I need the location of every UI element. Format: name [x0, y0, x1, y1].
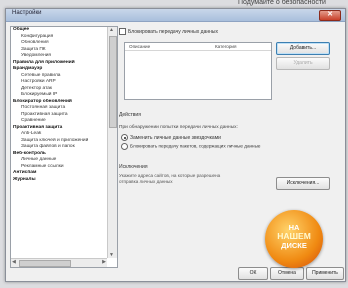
- replace-radio[interactable]: [121, 134, 128, 141]
- enable-private-data-checkbox[interactable]: [119, 28, 126, 35]
- on-our-disc-badge: НА НАШЕМ ДИСКЕ: [265, 210, 323, 268]
- option-replace-row[interactable]: Заменить личные данные звездочками: [121, 134, 221, 141]
- enable-private-data-label: Блокировать передачу личных данных: [128, 28, 218, 35]
- exclusions-section-label: Исключения: [119, 164, 148, 170]
- private-data-list[interactable]: Описание Категория: [124, 42, 272, 100]
- block-radio[interactable]: [121, 143, 128, 150]
- cancel-button[interactable]: Отмена: [270, 267, 304, 280]
- exclusions-description: Укажите адреса сайтов, на которые разреш…: [119, 173, 221, 184]
- scroll-left-icon[interactable]: ◀: [12, 259, 16, 265]
- scroll-thumb[interactable]: [109, 36, 117, 128]
- tree-horizontal-scrollbar[interactable]: ◀ ▶: [11, 258, 107, 267]
- replace-label: Заменить личные данные звездочками: [130, 134, 221, 141]
- scroll-down-icon[interactable]: ▼: [109, 252, 114, 258]
- badge-line-3: ДИСКЕ: [281, 241, 307, 250]
- tree-vertical-scrollbar[interactable]: ▲ ▼: [107, 27, 117, 258]
- corner-caption: Подумайте о безопасности: [238, 0, 326, 6]
- scroll-right-icon[interactable]: ▶: [102, 259, 106, 265]
- block-label: Блокировать передачу пакетов, содержащих…: [130, 143, 261, 149]
- horizontal-scroll-thumb[interactable]: [19, 260, 71, 267]
- exclusions-button[interactable]: Исключения...: [276, 177, 330, 190]
- add-button[interactable]: Добавить...: [276, 42, 330, 55]
- tree-items: Общее Конфигурация Обновления Защита ПК Увед…: [11, 27, 107, 258]
- column-description[interactable]: Описание: [129, 44, 150, 49]
- close-icon: ✕: [327, 11, 333, 18]
- enable-private-data-row[interactable]: Блокировать передачу личных данных: [119, 28, 218, 35]
- actions-section-label: Действия: [119, 112, 141, 118]
- actions-question: При обнаружении попытки передачи личных …: [119, 125, 238, 130]
- column-category[interactable]: Категория: [215, 44, 236, 49]
- list-header: Описание Категория: [125, 43, 271, 51]
- apply-button[interactable]: Применить: [306, 267, 344, 280]
- tree-item[interactable]: Журналы: [11, 177, 107, 184]
- title-bar[interactable]: Настройки ✕: [6, 9, 345, 22]
- ok-button[interactable]: ОК: [238, 267, 268, 280]
- window-title: Настройки: [12, 10, 42, 16]
- close-button[interactable]: ✕: [319, 10, 341, 21]
- scroll-up-icon[interactable]: ▲: [109, 27, 114, 33]
- badge-line-2: НАШЕМ: [277, 231, 311, 241]
- option-block-row[interactable]: Блокировать передачу пакетов, содержащих…: [121, 143, 260, 150]
- remove-button[interactable]: Удалить: [276, 57, 330, 70]
- settings-tree: Общее Конфигурация Обновления Защита ПК Увед…: [10, 26, 118, 268]
